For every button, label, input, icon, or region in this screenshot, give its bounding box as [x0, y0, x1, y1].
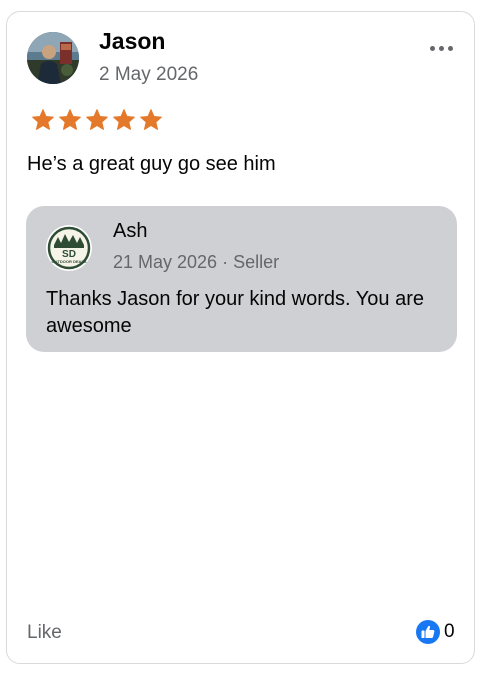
star-filled-icon [113, 109, 135, 130]
reply-text: Thanks Jason for your kind words. You ar… [46, 288, 424, 337]
review-text: He’s a great guy go see him [27, 153, 276, 175]
reply-author[interactable]: Ash [113, 220, 147, 243]
reply-meta: 21 May 2026 · Seller [113, 252, 280, 272]
star-filled-icon [59, 109, 81, 130]
seller-reply: SD OUTDOOR DEALS Ash 21 May 2026 · Selle… [26, 206, 457, 352]
more-horizontal-icon [429, 45, 435, 51]
reaction-summary[interactable]: 0 [416, 620, 455, 644]
reviewer-avatar[interactable] [27, 32, 79, 84]
star-filled-icon [86, 109, 108, 130]
review-date: 2 May 2026 [99, 64, 199, 85]
review-card: Jason 2 May 2026 He’s a great guy go see… [6, 11, 475, 664]
like-button[interactable]: Like [27, 622, 62, 644]
seller-avatar[interactable]: SD OUTDOOR DEALS [46, 225, 92, 271]
more-horizontal-icon [447, 45, 453, 51]
like-count: 0 [444, 621, 455, 642]
reviewer-photo [27, 32, 79, 84]
seller-logo-icon: SD OUTDOOR DEALS [46, 225, 92, 271]
reviewer-name[interactable]: Jason [99, 28, 165, 55]
seller-logo-subtext: OUTDOOR DEALS [51, 259, 86, 264]
star-filled-icon [140, 109, 162, 130]
more-horizontal-icon [438, 45, 444, 51]
star-filled-icon [32, 109, 54, 130]
more-options-button[interactable] [421, 36, 461, 60]
star-rating [31, 108, 163, 132]
thumbs-up-icon [416, 620, 440, 644]
